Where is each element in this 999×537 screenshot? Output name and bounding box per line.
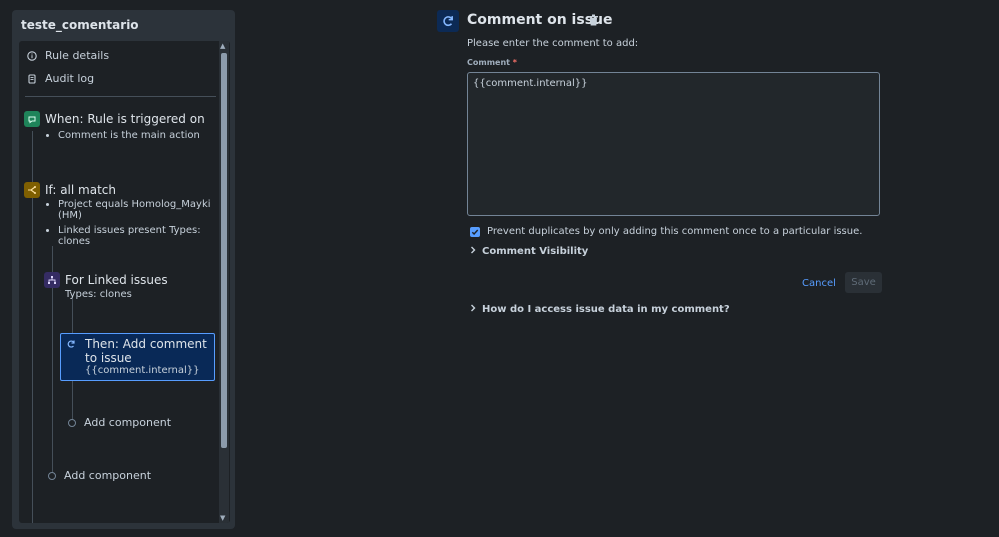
branch-subtitle: Types: clones: [65, 289, 132, 300]
nav-audit-log-label: Audit log: [45, 72, 95, 85]
refresh-icon: [65, 338, 77, 350]
comment-label-text: Comment: [467, 58, 510, 67]
branch-icon: [24, 182, 40, 198]
refresh-icon: [437, 10, 459, 32]
trigger-detail-item: Comment is the main action: [58, 130, 228, 141]
nav-rule-details[interactable]: Rule details: [27, 49, 109, 62]
nav-audit-log[interactable]: Audit log: [27, 72, 94, 85]
cancel-button[interactable]: Cancel: [799, 273, 839, 293]
add-component-outer-label: Add component: [64, 469, 152, 482]
sidebar-scrollbar[interactable]: ▲ ▼: [219, 41, 229, 523]
action-card-selected[interactable]: Then: Add comment to issue {{comment.int…: [60, 333, 215, 381]
hierarchy-icon: [44, 272, 60, 288]
branch-title: For Linked issues: [65, 273, 168, 287]
condition-title: If: all match: [45, 183, 116, 197]
action-title: Then: Add comment to issue: [85, 337, 207, 365]
comment-textarea[interactable]: {{comment.internal}}: [467, 72, 880, 216]
condition-detail-item: Linked issues present Types: clones: [58, 225, 218, 247]
add-component-outer[interactable]: Add component: [48, 469, 151, 482]
comment-visibility-label: Comment Visibility: [482, 246, 589, 257]
trigger-details: Comment is the main action: [46, 130, 228, 145]
chevron-right-icon: [470, 304, 476, 315]
chevron-right-icon: [470, 246, 476, 257]
help-issue-data-toggle[interactable]: How do I access issue data in my comment…: [470, 304, 730, 315]
comment-trigger-icon: [24, 111, 40, 127]
rule-name: teste_comentario: [21, 18, 139, 32]
info-icon: [27, 50, 37, 61]
required-mark: *: [512, 58, 517, 67]
prevent-duplicates-row[interactable]: Prevent duplicates by only adding this c…: [470, 226, 862, 237]
condition-detail-item: Project equals Homolog_Mayki (HM): [58, 199, 218, 221]
add-component-dot-icon: [48, 471, 56, 480]
nav-rule-details-label: Rule details: [45, 49, 110, 62]
help-issue-data-label: How do I access issue data in my comment…: [482, 304, 730, 315]
scroll-down-icon[interactable]: ▼: [220, 514, 225, 522]
save-button[interactable]: Save: [845, 272, 882, 293]
scrollbar-thumb[interactable]: [221, 53, 227, 448]
add-component-inner[interactable]: Add component: [68, 416, 171, 429]
add-component-inner-label: Add component: [84, 416, 172, 429]
rule-sidebar-content: Rule details Audit log When: Rule is tri…: [19, 41, 230, 523]
rule-sidebar: teste_comentario Rule details Audit log …: [12, 10, 235, 529]
condition-details: Project equals Homolog_Mayki (HM) Linked…: [46, 199, 218, 251]
scroll-up-icon[interactable]: ▲: [220, 42, 225, 50]
trigger-title: When: Rule is triggered on: [45, 112, 205, 126]
action-subtitle: {{comment.internal}}: [85, 365, 200, 376]
document-icon: [27, 73, 37, 84]
comment-visibility-toggle[interactable]: Comment Visibility: [470, 246, 588, 257]
nav-divider: [25, 96, 216, 97]
prevent-duplicates-label: Prevent duplicates by only adding this c…: [487, 226, 863, 237]
trash-icon[interactable]: [588, 14, 599, 29]
add-component-dot-icon: [68, 418, 76, 427]
comment-field-label: Comment *: [467, 58, 517, 67]
component-editor: Comment on issue Please enter the commen…: [437, 0, 887, 537]
editor-prompt: Please enter the comment to add:: [467, 38, 639, 49]
checkbox-checked-icon[interactable]: [470, 226, 480, 237]
